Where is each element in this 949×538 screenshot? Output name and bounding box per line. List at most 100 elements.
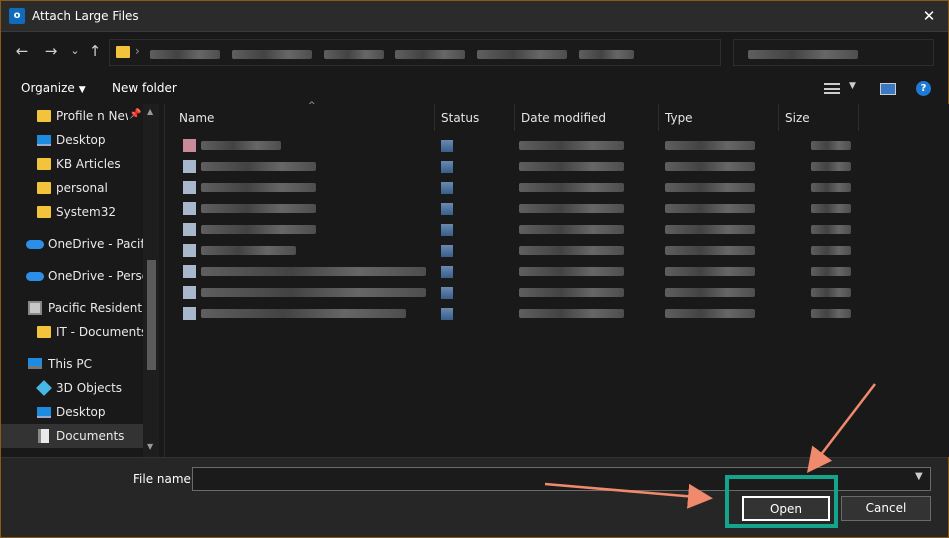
redacted-breadcrumb-path bbox=[150, 48, 635, 62]
redacted-date-modified bbox=[519, 162, 624, 171]
sync-status-icon bbox=[441, 140, 453, 152]
help-icon[interactable]: ? bbox=[916, 81, 931, 96]
sidebar-item-pacific-residential[interactable]: Pacific Residential bbox=[1, 296, 143, 320]
table-row[interactable] bbox=[179, 199, 859, 219]
cancel-button[interactable]: Cancel bbox=[841, 496, 931, 521]
folder-icon bbox=[37, 182, 51, 194]
sidebar-item-3d-objects[interactable]: 3D Objects bbox=[1, 376, 143, 400]
redacted-file-name bbox=[201, 267, 426, 276]
sidebar-item-documents[interactable]: Documents bbox=[1, 424, 143, 448]
forward-arrow-icon[interactable]: → bbox=[41, 41, 61, 61]
up-arrow-icon[interactable]: ↑ bbox=[85, 41, 105, 61]
file-icon bbox=[183, 223, 196, 236]
sort-ascending-icon: ^ bbox=[308, 101, 316, 111]
sidebar-item-label: System32 bbox=[56, 205, 117, 219]
table-row[interactable] bbox=[179, 241, 859, 261]
file-icon bbox=[183, 286, 196, 299]
sidebar-item-label: 3D Objects bbox=[56, 381, 123, 395]
sidebar-item-label: Pacific Residential bbox=[48, 301, 143, 315]
sidebar-item-personal[interactable]: personal bbox=[1, 176, 143, 200]
redacted-type bbox=[665, 288, 755, 297]
file-list[interactable]: Name ^ Status Date modified Type Size bbox=[164, 101, 949, 457]
sync-status-icon bbox=[441, 245, 453, 257]
table-row[interactable] bbox=[179, 136, 859, 156]
redacted-type bbox=[665, 309, 755, 318]
redacted-size bbox=[811, 309, 851, 318]
column-header-status[interactable]: Status bbox=[435, 104, 515, 131]
column-header-name[interactable]: Name ^ bbox=[173, 101, 435, 131]
column-header-date-modified[interactable]: Date modified bbox=[515, 104, 659, 131]
sidebar-item-label: OneDrive - Person bbox=[48, 269, 143, 283]
redacted-type bbox=[665, 141, 755, 150]
redacted-size bbox=[811, 246, 851, 255]
table-row[interactable] bbox=[179, 220, 859, 240]
sidebar-scrollbar[interactable]: ▲ ▼ bbox=[143, 104, 159, 457]
scroll-down-icon[interactable]: ▼ bbox=[147, 442, 153, 451]
desktop-icon bbox=[37, 135, 51, 146]
organize-button[interactable]: Organize ▼ bbox=[21, 81, 86, 95]
sync-status-icon bbox=[441, 161, 453, 173]
pc-icon bbox=[28, 358, 42, 369]
sidebar-item-label: KB Articles bbox=[56, 157, 121, 171]
command-toolbar: Organize ▼ New folder ▼ ? bbox=[1, 72, 948, 104]
table-row[interactable] bbox=[179, 304, 859, 324]
sidebar-item-profile-n-new[interactable]: Profile n New 📌 bbox=[1, 104, 143, 128]
column-header-label: Date modified bbox=[521, 111, 607, 125]
change-view-icon[interactable] bbox=[824, 83, 840, 94]
chevron-down-icon[interactable]: ▼ bbox=[915, 471, 923, 482]
sidebar-item-onedrive-pacific[interactable]: OneDrive - Pacific bbox=[1, 232, 143, 256]
scroll-up-icon[interactable]: ▲ bbox=[147, 107, 153, 116]
search-box[interactable] bbox=[733, 39, 934, 66]
table-row[interactable] bbox=[179, 262, 859, 282]
3d-objects-icon bbox=[36, 380, 52, 396]
sidebar-item-desktop[interactable]: Desktop bbox=[1, 128, 143, 152]
sidebar-item-onedrive-personal[interactable]: OneDrive - Person bbox=[1, 264, 143, 288]
table-row[interactable] bbox=[179, 178, 859, 198]
scrollbar-thumb[interactable] bbox=[147, 260, 156, 370]
building-icon bbox=[28, 301, 42, 315]
chevron-down-icon[interactable]: ▼ bbox=[849, 81, 856, 91]
redacted-size bbox=[811, 141, 851, 150]
document-icon bbox=[38, 429, 49, 443]
file-icon bbox=[183, 202, 196, 215]
back-arrow-icon[interactable]: ← bbox=[12, 41, 32, 61]
table-row[interactable] bbox=[179, 283, 859, 303]
recent-locations-chevron-icon[interactable]: ⌄ bbox=[65, 41, 85, 61]
sync-status-icon bbox=[441, 182, 453, 194]
sidebar-item-it-documents[interactable]: IT - Documents bbox=[1, 320, 147, 344]
redacted-date-modified bbox=[519, 288, 624, 297]
redacted-type bbox=[665, 204, 755, 213]
column-header-type[interactable]: Type bbox=[659, 104, 779, 131]
pin-icon: 📌 bbox=[129, 109, 142, 120]
redacted-date-modified bbox=[519, 141, 624, 150]
sidebar-item-kb-articles[interactable]: KB Articles bbox=[1, 152, 143, 176]
table-row[interactable] bbox=[179, 157, 859, 177]
column-header-size[interactable]: Size bbox=[779, 104, 859, 131]
onedrive-cloud-icon bbox=[26, 272, 44, 281]
redacted-search-placeholder bbox=[748, 48, 858, 62]
breadcrumb-chevron-icon: › bbox=[135, 44, 140, 58]
folder-icon bbox=[37, 206, 51, 218]
close-button[interactable]: ✕ bbox=[920, 7, 938, 25]
file-name-label: File name: bbox=[133, 472, 195, 486]
sidebar-item-desktop-pc[interactable]: Desktop bbox=[1, 400, 143, 424]
sidebar-item-system32[interactable]: System32 bbox=[1, 200, 143, 224]
sidebar-item-label: IT - Documents bbox=[56, 325, 148, 339]
redacted-size bbox=[811, 225, 851, 234]
open-button[interactable]: Open bbox=[742, 496, 830, 521]
preview-pane-icon[interactable] bbox=[880, 83, 896, 95]
navigation-pane[interactable]: Profile n New 📌 Desktop KB Articles pers… bbox=[1, 104, 161, 457]
redacted-file-name bbox=[201, 204, 316, 213]
folder-icon bbox=[37, 326, 51, 338]
sidebar-item-label: OneDrive - Pacific bbox=[48, 237, 143, 251]
file-icon bbox=[183, 265, 196, 278]
redacted-file-name bbox=[201, 225, 316, 234]
folder-icon bbox=[116, 46, 130, 58]
redacted-date-modified bbox=[519, 267, 624, 276]
file-name-input[interactable] bbox=[192, 467, 931, 491]
new-folder-button[interactable]: New folder bbox=[112, 81, 177, 95]
redacted-date-modified bbox=[519, 246, 624, 255]
sync-status-icon bbox=[441, 287, 453, 299]
address-bar[interactable]: › bbox=[109, 39, 721, 66]
sidebar-item-this-pc[interactable]: This PC bbox=[1, 352, 143, 376]
